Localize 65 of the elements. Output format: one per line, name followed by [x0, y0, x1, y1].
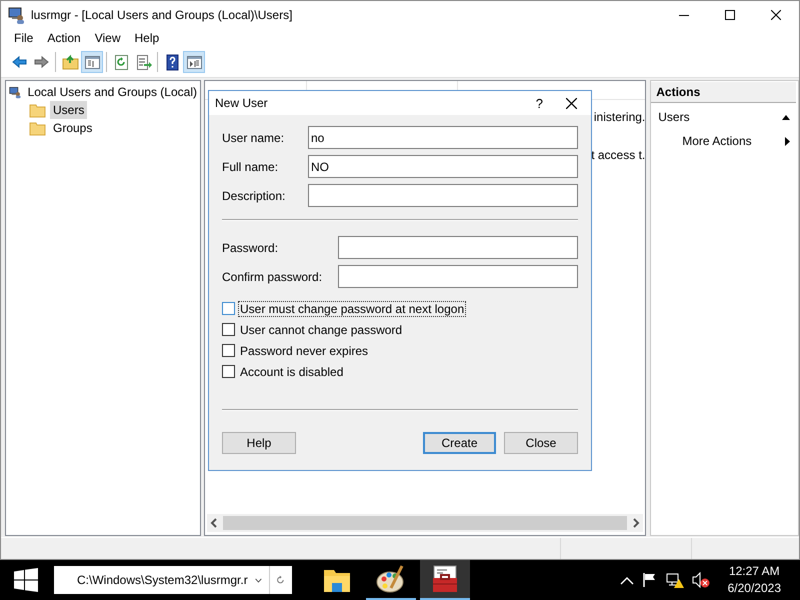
checkbox[interactable]	[222, 302, 235, 315]
field-label: Password:	[222, 240, 278, 254]
field-label: User name:	[222, 130, 284, 144]
field-label: Full name:	[222, 160, 278, 174]
tree-item[interactable]: Users	[50, 101, 88, 119]
checkbox[interactable]	[222, 365, 235, 378]
tree-item[interactable]: Groups	[50, 119, 96, 137]
help-button[interactable]: ?	[536, 96, 543, 110]
checkbox-label: User must change password at next logon	[238, 300, 466, 316]
flag-icon[interactable]	[642, 572, 658, 588]
menu-item[interactable]: View	[88, 31, 128, 45]
checkbox-label: Password never expires	[239, 342, 370, 358]
help-button[interactable]: Help	[222, 432, 296, 454]
field-label: Confirm password:	[222, 270, 322, 284]
chevron-up-icon[interactable]	[620, 576, 634, 584]
address-text: C:\Windows\System32\lusrmgr.r	[76, 573, 248, 587]
computer-users-icon	[7, 6, 25, 24]
input-field[interactable]: no	[308, 126, 578, 149]
action-item[interactable]: More Actions	[682, 134, 785, 148]
submenu-arrow-icon	[785, 136, 790, 146]
clock-time[interactable]: 12:27 AM	[728, 563, 780, 580]
export-list-icon[interactable]	[134, 54, 152, 70]
maximize-icon[interactable]	[725, 10, 735, 20]
close-icon[interactable]	[566, 98, 577, 108]
menu-item[interactable]: File	[7, 31, 40, 45]
dialog-title: New User	[215, 96, 269, 110]
window-title: lusrmgr - [Local Users and Groups (Local)\Users]	[31, 8, 292, 22]
folder-up-icon[interactable]	[62, 54, 78, 70]
table-cell-text: t access t.	[590, 147, 646, 164]
taskbar-app[interactable]	[420, 560, 470, 600]
address-field[interactable]: C:\Windows\System32\lusrmgr.r	[54, 566, 292, 594]
menu-item[interactable]: Action	[40, 31, 88, 45]
console-tree-icon[interactable]	[84, 54, 100, 70]
collapse-arrow-icon[interactable]	[782, 114, 790, 120]
scrollbar-thumb[interactable]	[223, 516, 628, 530]
section-label[interactable]: Users	[658, 110, 782, 124]
action-pane-icon[interactable]	[186, 54, 202, 70]
forward-arrow-icon[interactable]	[32, 54, 50, 70]
help-book-icon[interactable]	[164, 54, 180, 70]
checkbox[interactable]	[222, 323, 235, 336]
close-button[interactable]: Close	[504, 432, 578, 454]
input-field[interactable]	[308, 184, 578, 207]
checkbox[interactable]	[222, 344, 235, 357]
horizontal-scrollbar[interactable]	[207, 514, 644, 532]
clock-date[interactable]: 6/20/2023	[728, 580, 781, 597]
menu-item[interactable]: Help	[128, 31, 166, 45]
table-cell-text: inistering.	[592, 109, 646, 126]
checkbox-label: User cannot change password	[239, 322, 404, 338]
back-arrow-icon[interactable]	[10, 54, 28, 70]
windows-logo-icon[interactable]	[14, 568, 38, 592]
folder-icon	[29, 120, 46, 136]
create-button[interactable]: Create	[423, 432, 496, 454]
dropdown-caret-icon[interactable]	[254, 576, 262, 584]
field-label: Description:	[222, 188, 286, 202]
refresh-icon[interactable]	[112, 54, 130, 70]
input-field[interactable]	[338, 236, 578, 259]
checkbox-label: Account is disabled	[239, 364, 344, 380]
folder-icon	[29, 102, 46, 118]
close-icon[interactable]	[771, 10, 781, 20]
input-field[interactable]: NO	[308, 155, 578, 178]
pane-header: Actions	[651, 82, 796, 103]
tree-item[interactable]: Local Users and Groups (Local)	[24, 83, 200, 101]
input-field[interactable]	[338, 265, 578, 288]
network-warning-icon[interactable]	[666, 572, 684, 588]
speaker-muted-icon[interactable]	[692, 572, 710, 588]
